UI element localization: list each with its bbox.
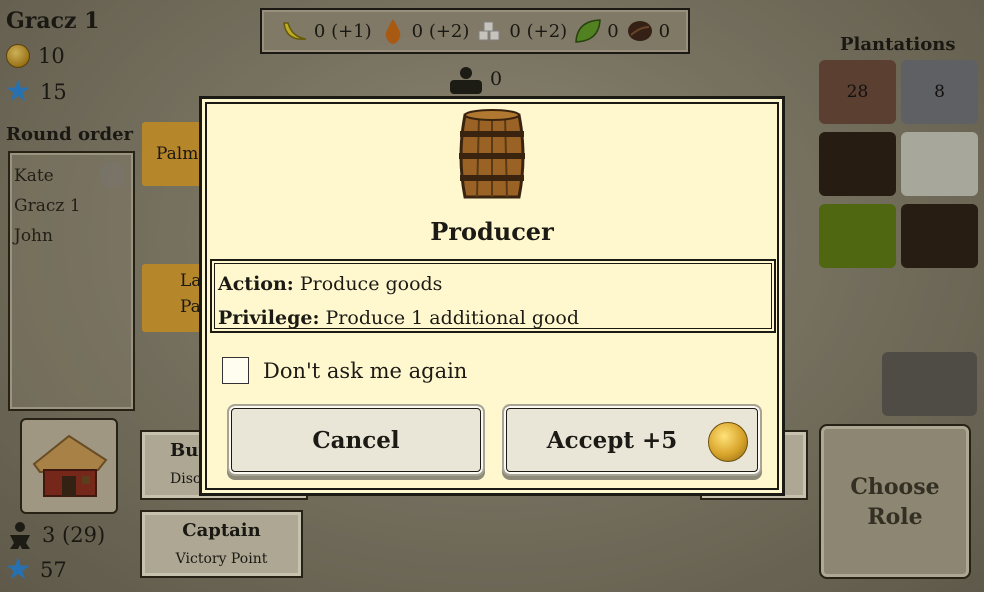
dont-ask-checkbox[interactable] bbox=[222, 357, 249, 384]
role-description: Action: Produce goods Privilege: Produce… bbox=[210, 259, 776, 333]
cancel-button[interactable]: Cancel bbox=[227, 404, 485, 476]
role-dialog: Producer Action: Produce goods Privilege… bbox=[199, 96, 785, 496]
accept-label: Accept +5 bbox=[546, 426, 678, 454]
dont-ask-row[interactable]: Don't ask me again bbox=[222, 357, 467, 384]
barrel-icon bbox=[459, 109, 525, 199]
gold-coin-icon bbox=[708, 422, 748, 462]
action-line: Action: Produce goods bbox=[218, 273, 443, 295]
dialog-title: Producer bbox=[430, 217, 554, 246]
accept-button[interactable]: Accept +5 bbox=[502, 404, 762, 476]
dont-ask-label: Don't ask me again bbox=[263, 358, 468, 383]
privilege-line: Privilege: Produce 1 additional good bbox=[218, 307, 580, 329]
